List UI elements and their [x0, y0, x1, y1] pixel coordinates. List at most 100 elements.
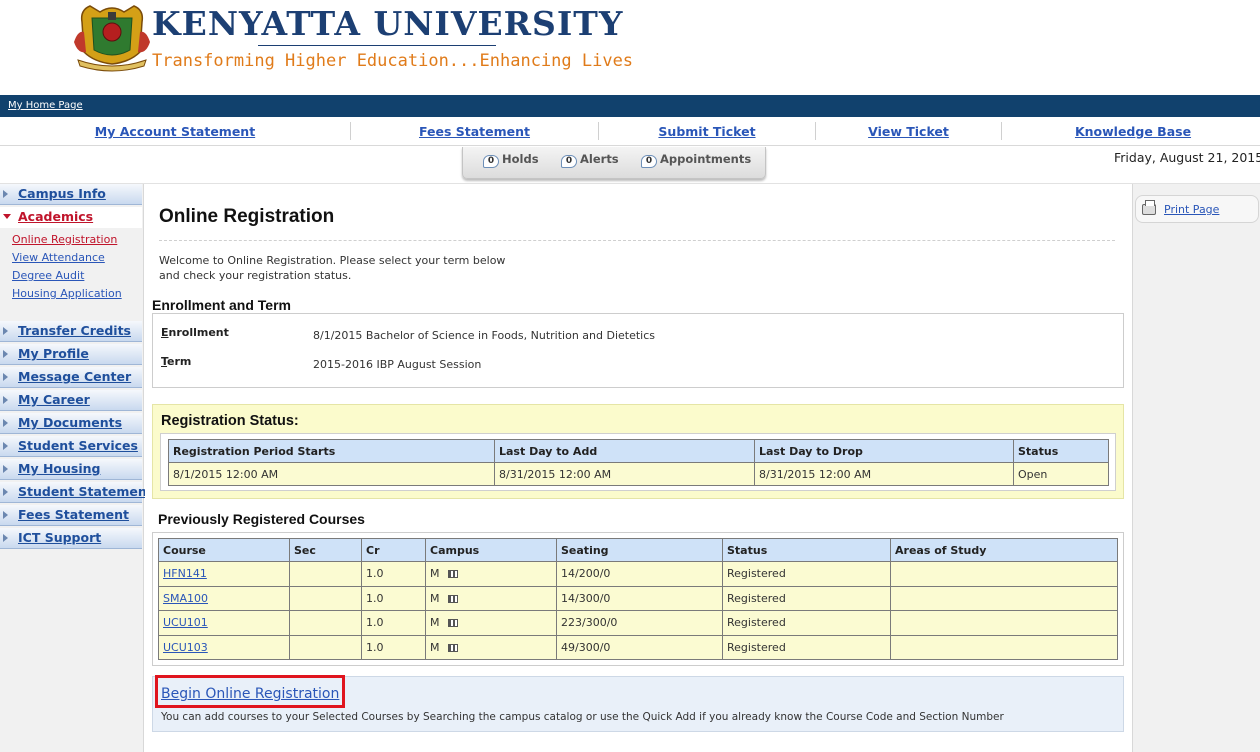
collapse-arrow-icon [3, 214, 11, 219]
column-header: Status [1013, 439, 1109, 463]
column-header: Seating [556, 538, 723, 562]
sidebar-link-academics[interactable]: Academics [18, 209, 93, 224]
course-link[interactable]: UCU103 [163, 641, 208, 654]
submit-ticket-link[interactable]: Submit Ticket [658, 124, 755, 139]
print-page-link[interactable]: Print Page [1164, 203, 1219, 216]
right-sidebar: Print Page [1132, 184, 1260, 752]
table-header-row: Course Sec Cr Campus Seating Status Area… [158, 538, 1118, 562]
topnav-item-knowledge-base: Knowledge Base [1002, 117, 1260, 145]
title-underline [258, 45, 496, 46]
building-icon[interactable] [447, 619, 458, 628]
topnav-item-account-statement: My Account Statement [0, 117, 350, 145]
campus-cell: M [425, 585, 557, 611]
sidebar-item-student-services[interactable]: Student Services [0, 436, 142, 457]
credits-cell: 1.0 [361, 610, 426, 636]
status-cell: Registered [722, 585, 891, 611]
sidebar-link-my-documents[interactable]: My Documents [18, 415, 122, 430]
topnav-item-fees-statement: Fees Statement [351, 117, 598, 145]
building-icon[interactable] [447, 570, 458, 579]
print-page-box[interactable]: Print Page [1135, 195, 1259, 223]
column-header: Campus [425, 538, 557, 562]
current-date: Friday, August 21, 2015 [1114, 150, 1260, 165]
registration-status-value: Open [1013, 462, 1109, 486]
printer-icon [1142, 200, 1156, 215]
courses-heading: Previously Registered Courses [158, 511, 365, 527]
campus-code: M [430, 616, 440, 630]
welcome-text: Welcome to Online Registration. Please s… [159, 254, 506, 282]
campus-cell: M [425, 561, 557, 587]
knowledge-base-link[interactable]: Knowledge Base [1075, 124, 1191, 139]
term-value: 2015-2016 IBP August Session [313, 358, 482, 371]
sidebar-link-my-career[interactable]: My Career [18, 392, 90, 407]
sidebar-sub-degree-audit[interactable]: Degree Audit [12, 269, 84, 282]
expand-arrow-icon [3, 419, 8, 427]
sidebar-link-my-profile[interactable]: My Profile [18, 346, 89, 361]
seating-cell: 14/300/0 [556, 585, 723, 611]
registration-status-panel: Registration Status: Registration Period… [152, 404, 1124, 499]
university-tagline: Transforming Higher Education...Enhancin… [152, 51, 634, 71]
table-row: SMA100 1.0 M 14/300/0 Registered [158, 585, 1118, 611]
begin-registration-panel: Begin Online Registration You can add co… [152, 675, 1124, 732]
course-cell: HFN141 [158, 561, 290, 587]
my-home-page-link[interactable]: My Home Page [8, 100, 83, 111]
seating-cell: 223/300/0 [556, 610, 723, 636]
seating-cell: 49/300/0 [556, 634, 723, 660]
registered-courses-table: Course Sec Cr Campus Seating Status Area… [158, 538, 1118, 660]
appointments-count-bubble-icon: 0 [641, 155, 657, 168]
sidebar-sub-view-attendance[interactable]: View Attendance [12, 251, 105, 264]
begin-online-registration-link[interactable]: Begin Online Registration [161, 686, 339, 702]
sidebar-link-fees-statement[interactable]: Fees Statement [18, 507, 129, 522]
sidebar-link-campus-info[interactable]: Campus Info [18, 186, 106, 201]
begin-registration-note: You can add courses to your Selected Cou… [161, 711, 1004, 723]
tab-appointments[interactable]: 0 Appointments [641, 152, 751, 168]
my-account-statement-link[interactable]: My Account Statement [95, 124, 255, 139]
status-cell: Registered [722, 634, 891, 660]
areas-cell [890, 634, 1118, 660]
top-navigation: My Account Statement Fees Statement Subm… [0, 117, 1260, 146]
registration-status-inner: Registration Period Starts Last Day to A… [160, 433, 1116, 491]
enrollment-label: Enrollment [161, 326, 229, 339]
university-crest-logo [74, 5, 150, 72]
sidebar-item-ict-support[interactable]: ICT Support [0, 528, 142, 549]
sidebar-item-academics[interactable]: Academics [0, 207, 142, 228]
expand-arrow-icon [3, 465, 8, 473]
sidebar-link-my-housing[interactable]: My Housing [18, 461, 100, 476]
sidebar-link-transfer-credits[interactable]: Transfer Credits [18, 323, 131, 338]
building-icon[interactable] [447, 594, 458, 603]
fees-statement-link[interactable]: Fees Statement [419, 124, 530, 139]
sidebar-item-transfer-credits[interactable]: Transfer Credits [0, 321, 142, 342]
column-header: Course [158, 538, 290, 562]
sidebar-sub-housing-application[interactable]: Housing Application [12, 287, 122, 300]
table-row: HFN141 1.0 M 14/200/0 Registered [158, 561, 1118, 587]
view-ticket-link[interactable]: View Ticket [868, 124, 949, 139]
term-label: Term [161, 355, 192, 368]
table-header-row: Registration Period Starts Last Day to A… [168, 439, 1109, 463]
enrollment-panel: Enrollment 8/1/2015 Bachelor of Science … [152, 313, 1124, 388]
expand-arrow-icon [3, 511, 8, 519]
sidebar-link-message-center[interactable]: Message Center [18, 369, 131, 384]
status-cell: Registered [722, 610, 891, 636]
tab-holds-label: Holds [502, 152, 539, 166]
column-header: Registration Period Starts [168, 439, 495, 463]
sidebar-item-my-housing[interactable]: My Housing [0, 459, 142, 480]
sidebar-item-student-statement[interactable]: Student Statement [0, 482, 153, 503]
sidebar-item-my-career[interactable]: My Career [0, 390, 142, 411]
sidebar-item-message-center[interactable]: Message Center [0, 367, 142, 388]
course-link[interactable]: HFN141 [163, 567, 207, 580]
last-day-to-add: 8/31/2015 12:00 AM [494, 462, 755, 486]
building-icon[interactable] [447, 643, 458, 652]
expand-arrow-icon [3, 327, 8, 335]
sidebar-item-my-profile[interactable]: My Profile [0, 344, 142, 365]
sidebar-item-my-documents[interactable]: My Documents [0, 413, 142, 434]
sidebar-link-student-services[interactable]: Student Services [18, 438, 138, 453]
sidebar-link-student-statement[interactable]: Student Statement [18, 484, 153, 499]
sidebar-sub-online-registration[interactable]: Online Registration [12, 233, 117, 246]
sidebar-item-campus-info[interactable]: Campus Info [0, 184, 142, 205]
course-link[interactable]: SMA100 [163, 592, 208, 605]
table-row: 8/1/2015 12:00 AM 8/31/2015 12:00 AM 8/3… [168, 462, 1109, 486]
tab-holds[interactable]: 0 Holds [483, 152, 539, 168]
sidebar-item-fees-statement[interactable]: Fees Statement [0, 505, 142, 526]
sidebar-link-ict-support[interactable]: ICT Support [18, 530, 101, 545]
tab-alerts[interactable]: 0 Alerts [561, 152, 619, 168]
course-link[interactable]: UCU101 [163, 616, 208, 629]
